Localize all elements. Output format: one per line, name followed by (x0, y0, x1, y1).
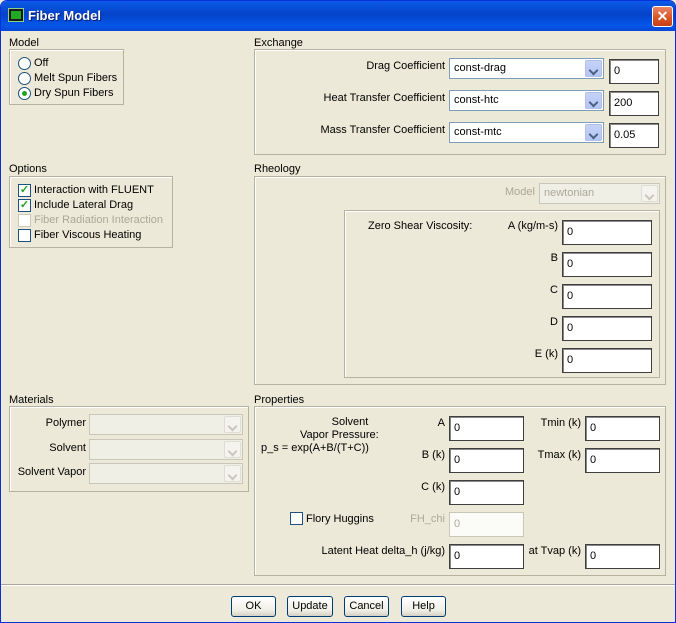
heat-transfer-select[interactable]: const-htc (449, 90, 604, 111)
ok-button[interactable]: OK (231, 596, 276, 617)
rheology-b-input[interactable]: 0 (562, 252, 652, 277)
close-icon: ✕ (656, 8, 669, 24)
chevron-down-icon (224, 416, 241, 433)
help-button[interactable]: Help (401, 596, 446, 617)
model-group: Off Melt Spun Fibers Dry Spun Fibers (9, 49, 124, 105)
rheology-section-label: Rheology (254, 163, 301, 175)
footer-separator (1, 584, 675, 586)
window-title: Fiber Model (28, 8, 101, 23)
chevron-down-icon (641, 185, 658, 202)
heat-transfer-label: Heat Transfer Coefficient (323, 92, 445, 104)
polymer-select[interactable] (89, 414, 243, 435)
properties-group: Solvent Vapor Pressure: p_s = exp(A+B/(T… (254, 406, 666, 576)
rheology-d-input[interactable]: 0 (562, 316, 652, 341)
chevron-down-icon (585, 60, 602, 77)
materials-section-label: Materials (9, 394, 54, 406)
title-bar[interactable]: Fiber Model ✕ (1, 1, 675, 31)
rheology-d-label: D (550, 316, 558, 328)
rheology-model-select[interactable]: newtonian (539, 183, 660, 204)
solvent-vapor-label: Solvent Vapor (17, 466, 86, 478)
model-section-label: Model (9, 37, 39, 49)
tmax-label: Tmax (k) (537, 449, 581, 461)
tmin-input[interactable]: 0 (585, 416, 660, 441)
tvap-label: at Tvap (k) (528, 545, 581, 557)
prop-a-input[interactable]: 0 (449, 416, 524, 441)
update-button[interactable]: Update (287, 596, 333, 617)
latent-heat-input[interactable]: 0 (449, 544, 524, 569)
rheology-c-input[interactable]: 0 (562, 284, 652, 309)
radio-dry-spun[interactable] (18, 87, 31, 100)
rheology-e-input[interactable]: 0 (562, 348, 652, 373)
radio-melt-spun[interactable] (18, 72, 31, 85)
drag-coefficient-select-value: const-drag (454, 62, 506, 74)
zero-shear-viscosity-label: Zero Shear Viscosity: (368, 220, 473, 232)
tvap-input[interactable]: 0 (585, 544, 660, 569)
rheology-a-input[interactable]: 0 (562, 220, 652, 245)
rheology-model-label: Model (505, 186, 535, 198)
fh-chi-label: FH_chi (410, 513, 445, 525)
mass-transfer-label: Mass Transfer Coefficient (320, 124, 445, 136)
mass-transfer-select-value: const-mtc (454, 126, 502, 138)
prop-c-input[interactable]: 0 (449, 480, 524, 505)
rheology-a-label: A (kg/m-s) (507, 220, 558, 232)
radio-dry-spun-label[interactable]: Dry Spun Fibers (34, 87, 113, 99)
radio-off[interactable] (18, 57, 31, 70)
solvent-select[interactable] (89, 439, 243, 460)
flory-huggins-checkbox[interactable] (290, 512, 303, 525)
drag-coefficient-input[interactable]: 0 (609, 59, 659, 84)
app-icon (8, 8, 24, 22)
zero-shear-viscosity-group: Zero Shear Viscosity: A (kg/m-s) 0 B 0 C… (344, 210, 660, 378)
fiber-model-dialog: Fiber Model ✕ Model Off Melt Spun Fibers… (0, 0, 676, 623)
heat-transfer-select-value: const-htc (454, 94, 499, 106)
chevron-down-icon (224, 465, 241, 482)
chevron-down-icon (585, 92, 602, 109)
flory-huggins-label[interactable]: Flory Huggins (306, 513, 374, 525)
cancel-button[interactable]: Cancel (344, 596, 389, 617)
radio-off-label[interactable]: Off (34, 57, 48, 69)
prop-c-label: C (k) (421, 481, 445, 493)
properties-section-label: Properties (254, 394, 305, 406)
fiber-radiation-label: Fiber Radiation Interaction (34, 214, 164, 226)
exchange-group: Drag Coefficient const-drag 0 Heat Trans… (254, 49, 666, 155)
mass-transfer-select[interactable]: const-mtc (449, 122, 604, 143)
exchange-section-label: Exchange (254, 37, 303, 49)
fh-chi-input: 0 (449, 512, 524, 537)
chevron-down-icon (585, 124, 602, 141)
close-button[interactable]: ✕ (652, 6, 673, 27)
prop-a-label: A (437, 417, 445, 429)
rheology-c-label: C (550, 284, 558, 296)
prop-b-label: B (k) (421, 449, 445, 461)
rheology-group: Model newtonian Zero Shear Viscosity: A … (254, 176, 666, 385)
options-section-label: Options (9, 163, 47, 175)
solvent-vp-formula: p_s = exp(A+B/(T+C)) (261, 442, 369, 454)
rheology-model-value: newtonian (544, 187, 595, 199)
radio-melt-spun-label[interactable]: Melt Spun Fibers (34, 72, 117, 84)
lateral-drag-label[interactable]: Include Lateral Drag (34, 199, 133, 211)
solvent-label: Solvent (49, 442, 86, 454)
mass-transfer-input[interactable]: 0.05 (609, 123, 659, 148)
viscous-heating-checkbox[interactable] (18, 229, 31, 242)
rheology-e-label: E (k) (534, 348, 558, 360)
polymer-label: Polymer (45, 417, 86, 429)
lateral-drag-checkbox[interactable]: ✓ (18, 199, 31, 212)
fiber-radiation-checkbox (18, 214, 31, 227)
latent-heat-label: Latent Heat delta_h (j/kg) (321, 545, 445, 557)
options-group: ✓ Interaction with FLUENT ✓ Include Late… (9, 176, 173, 248)
materials-group: Polymer Solvent Solvent Vapor (9, 406, 249, 492)
drag-coefficient-label: Drag Coefficient (366, 60, 445, 72)
drag-coefficient-select[interactable]: const-drag (449, 58, 604, 79)
interaction-fluent-label[interactable]: Interaction with FLUENT (34, 184, 154, 196)
chevron-down-icon (224, 441, 241, 458)
solvent-vapor-select[interactable] (89, 463, 243, 484)
tmax-input[interactable]: 0 (585, 448, 660, 473)
tmin-label: Tmin (k) (540, 417, 581, 429)
heat-transfer-input[interactable]: 200 (609, 91, 659, 116)
interaction-fluent-checkbox[interactable]: ✓ (18, 184, 31, 197)
viscous-heating-label[interactable]: Fiber Viscous Heating (34, 229, 141, 241)
prop-b-input[interactable]: 0 (449, 448, 524, 473)
rheology-b-label: B (550, 252, 558, 264)
